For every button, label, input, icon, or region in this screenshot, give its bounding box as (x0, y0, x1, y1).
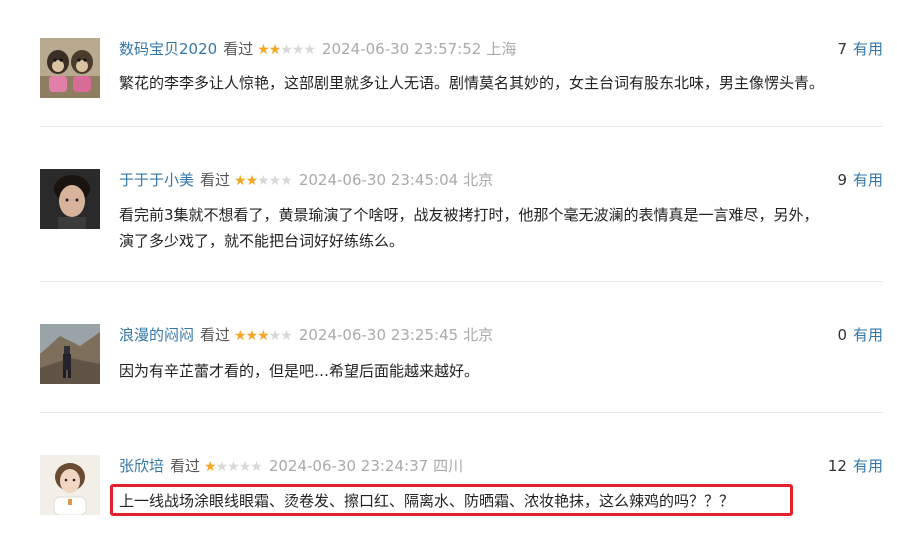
comment-time: 2024-06-30 23:24:37 (268, 457, 429, 475)
vote-area: 7 有用 (837, 38, 883, 60)
star-filled-icon: ★ (234, 328, 247, 344)
comment-meta: 于于于小美 看过 ★★★★★ 2024-06-30 23:45:04 北京 (119, 169, 883, 191)
comment-location: 上海 (486, 40, 517, 58)
vote-count: 9 (837, 171, 847, 189)
avatar[interactable] (40, 38, 100, 98)
watch-status: 看过 (170, 457, 201, 475)
comment-text-line: 演了多少戏了，就不能把台词好好练练么。 (119, 232, 405, 250)
star-filled-icon: ★ (257, 328, 270, 344)
comment-time: 2024-06-30 23:45:04 (298, 171, 459, 189)
vote-count: 0 (837, 326, 847, 344)
star-rating: ★★★★★ (204, 456, 263, 478)
divider (40, 126, 883, 127)
highlight-box (110, 484, 793, 516)
star-filled-icon: ★ (245, 173, 259, 189)
watch-status: 看过 (200, 171, 231, 189)
star-empty-icon: ★ (257, 173, 270, 189)
avatar[interactable] (40, 169, 100, 229)
star-filled-icon: ★ (245, 328, 259, 344)
star-empty-icon: ★ (303, 42, 316, 58)
useful-button[interactable]: 有用 (853, 40, 883, 58)
comment-location: 北京 (463, 171, 494, 189)
star-filled-icon: ★ (257, 42, 270, 58)
comment-item: 于于于小美 看过 ★★★★★ 2024-06-30 23:45:04 北京 9 有用 看完… (40, 169, 883, 259)
watch-status: 看过 (223, 40, 254, 58)
comment-meta: 浪漫的闷闷 看过 ★★★★★ 2024-06-30 23:25:45 北京 (119, 324, 883, 346)
username-link[interactable]: 数码宝贝2020 (119, 40, 217, 58)
comment-meta: 张欣培 看过 ★★★★★ 2024-06-30 23:24:37 四川 (119, 455, 883, 477)
vote-area: 12 有用 (828, 455, 883, 477)
comment-time: 2024-06-30 23:57:52 (322, 40, 482, 58)
vote-count: 7 (837, 40, 847, 58)
comment-text-line: 看完前3集就不想看了，黄景瑜演了个啥呀，战友被拷打时，他那个毫无波澜的表情真是一… (119, 206, 819, 224)
star-empty-icon: ★ (280, 42, 293, 58)
star-empty-icon: ★ (291, 42, 305, 58)
comment-time: 2024-06-30 23:25:45 (298, 326, 459, 344)
username-link[interactable]: 浪漫的闷闷 (119, 326, 194, 344)
comment-item: 数码宝贝2020 看过 ★★★★★ 2024-06-30 23:57:52 上海 7 有用… (40, 38, 883, 102)
star-empty-icon: ★ (268, 173, 282, 189)
divider (40, 412, 883, 413)
star-empty-icon: ★ (280, 173, 293, 189)
comment-location: 四川 (433, 457, 464, 475)
username-link[interactable]: 于于于小美 (119, 171, 194, 189)
star-filled-icon: ★ (234, 173, 247, 189)
vote-area: 0 有用 (837, 324, 883, 346)
star-rating: ★★★★★ (234, 325, 293, 347)
vote-area: 9 有用 (837, 169, 883, 191)
comment-item: 浪漫的闷闷 看过 ★★★★★ 2024-06-30 23:25:45 北京 0 有用 因为… (40, 324, 883, 388)
star-rating: ★★★★★ (257, 39, 316, 61)
comment-text: 繁花的李李多让人惊艳，这部剧里就多让人无语。剧情莫名其妙的，女主台词有股东北味，… (119, 74, 825, 92)
star-empty-icon: ★ (227, 459, 240, 475)
comment-text: 因为有辛芷蕾才看的，但是吧…希望后面能越来越好。 (119, 362, 480, 380)
avatar[interactable] (40, 324, 100, 384)
watch-status: 看过 (200, 326, 231, 344)
comment-meta: 数码宝贝2020 看过 ★★★★★ 2024-06-30 23:57:52 上海 (119, 38, 883, 60)
star-empty-icon: ★ (268, 328, 282, 344)
vote-count: 12 (827, 457, 847, 475)
star-rating: ★★★★★ (234, 170, 293, 192)
useful-button[interactable]: 有用 (853, 457, 883, 475)
comment-location: 北京 (463, 326, 494, 344)
star-empty-icon: ★ (238, 459, 252, 475)
useful-button[interactable]: 有用 (853, 171, 883, 189)
star-filled-icon: ★ (268, 42, 282, 58)
star-empty-icon: ★ (280, 328, 293, 344)
username-link[interactable]: 张欣培 (119, 457, 164, 475)
star-empty-icon: ★ (215, 459, 229, 475)
star-filled-icon: ★ (204, 459, 217, 475)
star-empty-icon: ★ (250, 459, 263, 475)
useful-button[interactable]: 有用 (853, 326, 883, 344)
divider (40, 281, 883, 282)
avatar[interactable] (40, 455, 100, 515)
